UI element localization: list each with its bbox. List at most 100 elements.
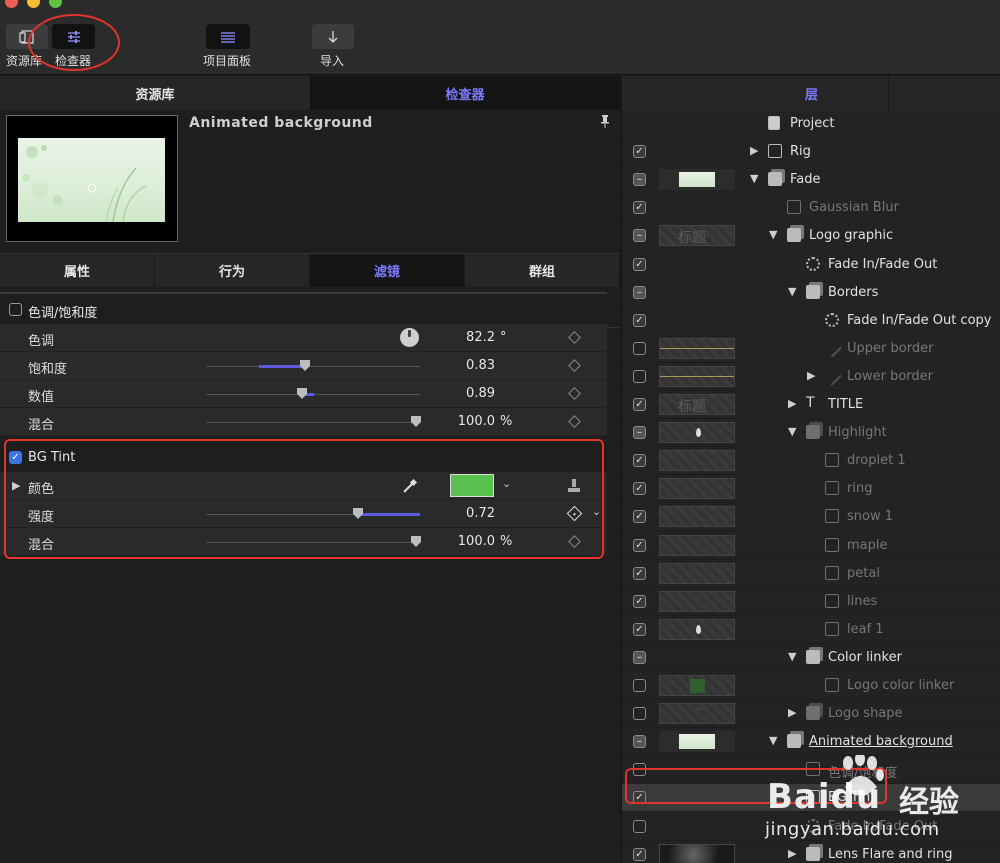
- layer-row[interactable]: ✓ petal: [622, 560, 1000, 588]
- hue-sat-enable-checkbox[interactable]: [9, 303, 22, 316]
- layer-visibility-checkbox[interactable]: [633, 819, 646, 833]
- mix-value[interactable]: 100.0: [420, 414, 495, 429]
- saturation-value[interactable]: 0.83: [420, 358, 495, 373]
- disclosure-expanded-icon[interactable]: ▼: [769, 228, 777, 241]
- disclosure-expanded-icon[interactable]: ▼: [788, 425, 796, 438]
- layer-row[interactable]: ✓ maple: [622, 532, 1000, 560]
- layer-name[interactable]: Color linker: [828, 650, 902, 665]
- hue-value[interactable]: 82.2: [420, 330, 495, 345]
- layer-visibility-checkbox[interactable]: [633, 679, 646, 692]
- layer-name[interactable]: Gaussian Blur: [809, 200, 899, 215]
- layer-visibility-checkbox[interactable]: ✓: [633, 538, 646, 552]
- tab-properties[interactable]: 属性: [0, 254, 155, 287]
- layer-visibility-checkbox[interactable]: [633, 369, 646, 383]
- layer-name[interactable]: TITLE: [828, 397, 863, 412]
- layer-row[interactable]: ▶ Lower border: [622, 363, 1000, 391]
- value-slider-knob[interactable]: [297, 388, 307, 399]
- layer-row[interactable]: – ▼ Borders: [622, 279, 1000, 307]
- layer-visibility-checkbox[interactable]: –: [633, 229, 646, 243]
- layer-row[interactable]: ^ ▶ Logo shape: [622, 700, 1000, 729]
- layer-row[interactable]: – ▼ Color linker: [622, 644, 1000, 672]
- layer-visibility-checkbox[interactable]: –: [633, 426, 646, 440]
- layer-row[interactable]: Project: [622, 110, 1000, 138]
- layer-visibility-checkbox[interactable]: –: [633, 285, 646, 299]
- disclosure-collapsed-icon[interactable]: ▶: [788, 706, 796, 719]
- layer-row[interactable]: ✓ droplet 1: [622, 447, 1000, 476]
- layer-name[interactable]: Logo graphic: [809, 228, 893, 243]
- layer-name[interactable]: Lower border: [847, 369, 933, 384]
- layer-row[interactable]: Logo color linker: [622, 672, 1000, 700]
- layer-name[interactable]: Animated background: [809, 734, 953, 749]
- layer-visibility-checkbox[interactable]: ✓: [633, 313, 646, 327]
- layer-name[interactable]: ring: [847, 481, 872, 496]
- layer-visibility-checkbox[interactable]: ✓: [633, 482, 646, 496]
- layer-visibility-checkbox[interactable]: ✓: [633, 201, 646, 215]
- disclosure-collapsed-icon[interactable]: ▶: [807, 369, 815, 382]
- layer-visibility-checkbox[interactable]: –: [633, 173, 646, 187]
- layer-visibility-checkbox[interactable]: –: [633, 735, 646, 749]
- layer-visibility-checkbox[interactable]: ✓: [633, 454, 646, 468]
- disclosure-expanded-icon[interactable]: ▼: [750, 172, 758, 185]
- layer-name[interactable]: petal: [847, 566, 880, 581]
- layer-visibility-checkbox[interactable]: ✓: [633, 510, 646, 524]
- minimize-window-button[interactable]: [27, 0, 40, 8]
- layer-visibility-checkbox[interactable]: ✓: [633, 398, 646, 411]
- value-value[interactable]: 0.89: [420, 386, 495, 401]
- layer-row[interactable]: ✓ ▶ Rig: [622, 138, 1000, 167]
- layer-name[interactable]: maple: [847, 538, 888, 553]
- keyframe-diamond-icon[interactable]: [568, 387, 581, 400]
- close-window-button[interactable]: [5, 0, 18, 8]
- layer-name[interactable]: leaf 1: [847, 622, 884, 637]
- layer-name[interactable]: Fade: [790, 172, 821, 187]
- tab-group[interactable]: 群组: [465, 254, 620, 287]
- saturation-slider-knob[interactable]: [300, 360, 310, 371]
- layers-title[interactable]: 层: [805, 84, 818, 103]
- layer-row[interactable]: ✓ leaf 1: [622, 616, 1000, 644]
- layer-name[interactable]: Borders: [828, 285, 878, 300]
- layer-name[interactable]: Logo shape: [828, 706, 903, 721]
- layer-name[interactable]: Fade In/Fade Out: [828, 257, 937, 272]
- tab-inspector[interactable]: 检查器: [310, 76, 620, 110]
- tab-library[interactable]: 资源库: [0, 76, 310, 110]
- layer-row[interactable]: ✓ Fade In/Fade Out: [622, 251, 1000, 279]
- layer-row[interactable]: – ▼ Fade: [622, 166, 1000, 195]
- disclosure-expanded-icon[interactable]: ▼: [788, 650, 796, 663]
- layer-name[interactable]: Project: [790, 116, 834, 131]
- keyframe-diamond-icon[interactable]: [568, 415, 581, 428]
- layer-row[interactable]: ✓ lines: [622, 588, 1000, 616]
- layer-visibility-checkbox[interactable]: ✓: [633, 257, 646, 271]
- layer-row[interactable]: Upper border: [622, 335, 1000, 363]
- layer-row[interactable]: ✓ snow 1: [622, 503, 1000, 532]
- import-button[interactable]: [312, 24, 354, 49]
- layer-name[interactable]: Rig: [790, 144, 811, 159]
- tab-filters[interactable]: 滤镜: [310, 254, 465, 287]
- layer-name[interactable]: Logo color linker: [847, 678, 954, 693]
- layer-name[interactable]: Upper border: [847, 341, 933, 356]
- mix-slider-track[interactable]: [206, 422, 420, 423]
- layer-visibility-checkbox[interactable]: ✓: [633, 847, 646, 861]
- layer-name[interactable]: droplet 1: [847, 453, 906, 468]
- layer-visibility-checkbox[interactable]: ✓: [633, 622, 646, 636]
- keyframe-diamond-icon[interactable]: [568, 359, 581, 372]
- project-panel-button[interactable]: [206, 24, 250, 49]
- pin-icon[interactable]: [600, 114, 610, 132]
- layer-visibility-checkbox[interactable]: ✓: [633, 594, 646, 608]
- disclosure-collapsed-icon[interactable]: ▶: [750, 144, 758, 157]
- layer-name[interactable]: snow 1: [847, 509, 893, 524]
- layer-row[interactable]: ✓ 标题 ▶ T TITLE: [622, 391, 1000, 419]
- layer-name[interactable]: lines: [847, 594, 877, 609]
- layer-name[interactable]: Fade In/Fade Out copy: [847, 313, 991, 328]
- layer-row[interactable]: – ▼ Highlight: [622, 419, 1000, 448]
- layer-row[interactable]: ✓ Fade In/Fade Out copy: [622, 307, 1000, 335]
- zoom-window-button[interactable]: [49, 0, 62, 8]
- layer-row[interactable]: ✓ Gaussian Blur: [622, 194, 1000, 223]
- layer-visibility-checkbox[interactable]: [633, 341, 646, 355]
- layer-name[interactable]: Highlight: [828, 425, 887, 440]
- disclosure-expanded-icon[interactable]: ▼: [769, 734, 777, 747]
- tab-behaviors[interactable]: 行为: [155, 254, 310, 287]
- layer-row[interactable]: – ▼ Animated background: [622, 728, 1000, 757]
- hue-dial[interactable]: [400, 328, 419, 347]
- layer-visibility-checkbox[interactable]: –: [633, 650, 646, 664]
- layer-visibility-checkbox[interactable]: ✓: [633, 566, 646, 580]
- layer-row[interactable]: ✓ ring: [622, 475, 1000, 504]
